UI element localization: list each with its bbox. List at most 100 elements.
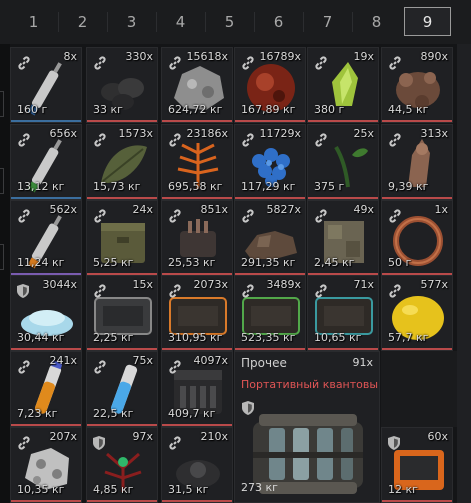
inventory-slot[interactable]: 5827x 291,35 кг [234, 200, 306, 276]
right-edge-strip [457, 44, 471, 503]
item-weight: 380 г [314, 103, 345, 116]
tab-separator [107, 12, 108, 32]
item-weight: 57,7 кг [388, 331, 429, 344]
tab-9[interactable]: 9 [404, 7, 451, 36]
link-icon [93, 360, 107, 374]
tab-1[interactable]: 1 [10, 7, 57, 36]
inventory-slot[interactable]: 23186x 695,58 кг [161, 124, 233, 200]
item-weight: 5,25 кг [93, 256, 134, 269]
item-weight: 7,23 кг [17, 407, 58, 420]
tab-6[interactable]: 6 [255, 7, 302, 36]
left-edge-marker [0, 244, 4, 270]
item-weight: 167,89 кг [241, 103, 296, 116]
link-icon [168, 133, 182, 147]
inventory-slot[interactable]: 8x 160 г [10, 47, 82, 123]
inventory-slot[interactable]: 1573x 15,73 кг [86, 124, 158, 200]
tab-2[interactable]: 2 [59, 7, 106, 36]
item-count: 24x [132, 203, 153, 216]
featured-item-weight: 273 кг [241, 481, 278, 494]
inventory-slot[interactable]: 656x 13,12 кг [10, 124, 82, 200]
featured-item-slot[interactable]: Прочее 91x Портативный квантовы.. 273 кг [234, 351, 380, 503]
featured-item-subtitle: Портативный квантовы.. [241, 378, 380, 391]
left-edge-marker [0, 168, 4, 194]
inventory-slot[interactable]: 241x 7,23 кг [10, 351, 82, 427]
item-count: 15618x [186, 50, 228, 63]
inventory-slot[interactable]: 2073x 310,95 кг [161, 275, 233, 351]
item-weight: 117,29 кг [241, 180, 296, 193]
inventory-slot[interactable]: 19x 380 г [307, 47, 379, 123]
inventory-slot[interactable]: 313x 9,39 кг [381, 124, 453, 200]
link-icon [388, 284, 402, 298]
inventory-slot[interactable]: 890x 44,5 кг [381, 47, 453, 123]
item-weight: 523,35 кг [241, 331, 296, 344]
inventory-slot[interactable]: 71x 10,65 кг [307, 275, 379, 351]
tab-separator [352, 12, 353, 32]
inventory-slot[interactable]: 75x 22,5 кг [86, 351, 158, 427]
empty-slot[interactable] [381, 351, 457, 427]
tab-7[interactable]: 7 [304, 7, 351, 36]
item-weight: 13,12 кг [17, 180, 65, 193]
link-icon [168, 284, 182, 298]
inventory-slot[interactable]: 60x 12 кг [381, 427, 453, 503]
link-icon [17, 436, 31, 450]
inventory-slot[interactable]: 15x 2,25 кг [86, 275, 158, 351]
inventory-slot[interactable]: 3489x 523,35 кг [234, 275, 306, 351]
item-count: 210x [200, 430, 228, 443]
item-weight: 44,5 кг [388, 103, 429, 116]
item-weight: 310,95 кг [168, 331, 223, 344]
shield-icon [388, 436, 400, 450]
tab-separator [254, 12, 255, 32]
tab-3[interactable]: 3 [108, 7, 155, 36]
link-icon [168, 56, 182, 70]
item-count: 207x [49, 430, 77, 443]
inventory-slot[interactable]: 577x 57,7 кг [381, 275, 453, 351]
tab-4[interactable]: 4 [157, 7, 204, 36]
inventory-slot[interactable]: 1x 50 г [381, 200, 453, 276]
tab-separator [156, 12, 157, 32]
item-count: 23186x [186, 127, 228, 140]
item-count: 330x [125, 50, 153, 63]
inventory-slot[interactable]: 330x 33 кг [86, 47, 158, 123]
item-count: 16789x [259, 50, 301, 63]
inventory-slot[interactable]: 11729x 117,29 кг [234, 124, 306, 200]
inventory-slot[interactable]: 207x 10,35 кг [10, 427, 82, 503]
item-count: 15x [132, 278, 153, 291]
inventory-slot[interactable]: 4097x 409,7 кг [161, 351, 233, 427]
item-weight: 10,35 кг [17, 483, 65, 496]
link-icon [168, 436, 182, 450]
inventory-slot[interactable]: 24x 5,25 кг [86, 200, 158, 276]
inventory-slot[interactable]: 210x 31,5 кг [161, 427, 233, 503]
item-count: 241x [49, 354, 77, 367]
shield-icon [93, 436, 105, 450]
item-count: 1573x [118, 127, 153, 140]
link-icon [17, 209, 31, 223]
item-count: 8x [63, 50, 77, 63]
inventory-slot[interactable]: 16789x 167,89 кг [234, 47, 306, 123]
tab-5[interactable]: 5 [206, 7, 253, 36]
link-icon [241, 209, 255, 223]
item-weight: 695,58 кг [168, 180, 223, 193]
item-count: 75x [132, 354, 153, 367]
link-icon [314, 209, 328, 223]
tab-8[interactable]: 8 [353, 7, 400, 36]
featured-item-title: Прочее [241, 356, 287, 370]
inventory-slot[interactable]: 49x 2,45 кг [307, 200, 379, 276]
item-weight: 25,53 кг [168, 256, 216, 269]
item-count: 1x [434, 203, 448, 216]
inventory-slot[interactable]: 562x 11,24 кг [10, 200, 82, 276]
inventory-slot[interactable]: 25x 375 г [307, 124, 379, 200]
item-count: 4097x [193, 354, 228, 367]
tab-bar: 123456789 [0, 0, 471, 44]
item-count: 71x [353, 278, 374, 291]
inventory-slot[interactable]: 15618x 624,72 кг [161, 47, 233, 123]
shield-icon [242, 400, 254, 419]
item-weight: 4,85 кг [93, 483, 134, 496]
link-icon [93, 209, 107, 223]
tab-separator [58, 12, 59, 32]
inventory-slot[interactable]: 3044x 30,44 кг [10, 275, 82, 351]
inventory-slot[interactable]: 851x 25,53 кг [161, 200, 233, 276]
item-count: 577x [420, 278, 448, 291]
inventory-slot[interactable]: 97x 4,85 кг [86, 427, 158, 503]
item-count: 656x [49, 127, 77, 140]
link-icon [388, 133, 402, 147]
